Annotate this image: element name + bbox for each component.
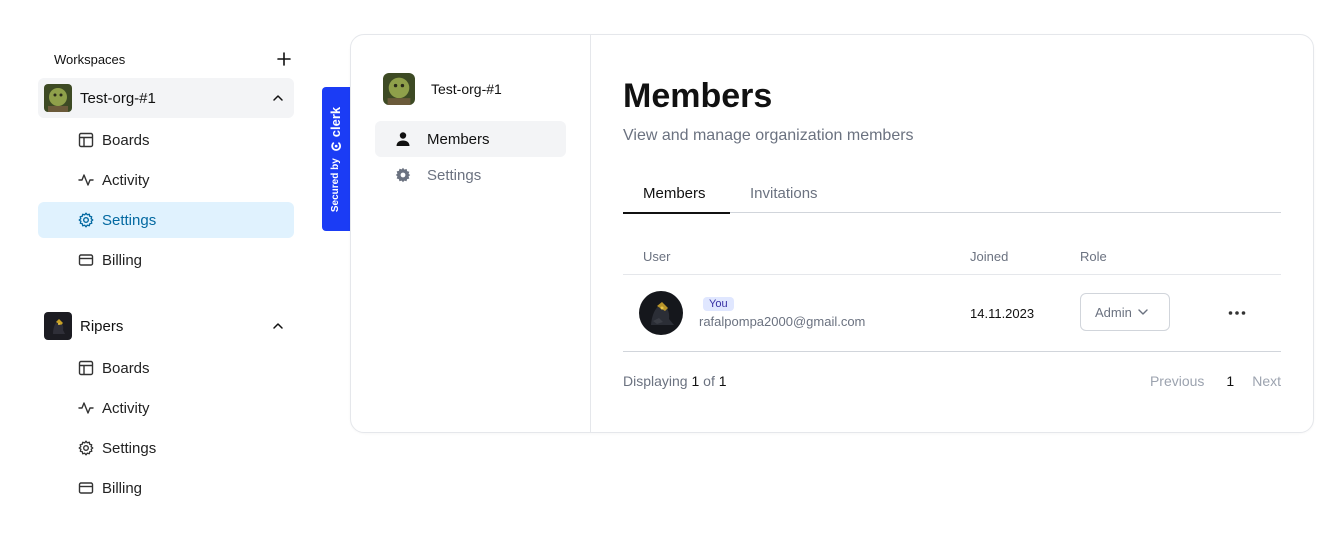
column-header-user: User: [643, 249, 671, 264]
org-profile-nav: Test-org-#1 Members Settings: [351, 35, 591, 432]
sidebar-item-label: Boards: [102, 359, 150, 377]
sidebar-item-boards[interactable]: Boards: [38, 350, 294, 386]
credit-card-icon: [78, 480, 94, 496]
org-row-ripers[interactable]: Ripers: [38, 306, 294, 346]
secured-by-text: Secured by: [330, 157, 342, 212]
page-subtitle: View and manage organization members: [623, 127, 914, 144]
gear-icon: [78, 440, 94, 456]
displaying-count: Displaying 1 of 1: [623, 373, 727, 389]
avatar: [639, 291, 683, 335]
org-name: Test-org-#1: [431, 81, 502, 97]
sidebar-item-label: Activity: [102, 171, 150, 189]
gear-icon: [395, 167, 411, 183]
org-avatar: [383, 73, 415, 105]
column-header-role: Role: [1080, 249, 1107, 264]
org-nav-members[interactable]: Members: [375, 121, 566, 157]
page: Workspaces Test-org-#1 Boards Activity S…: [0, 0, 1340, 545]
role-select[interactable]: Admin: [1080, 293, 1170, 331]
displaying-total: 1: [718, 373, 727, 389]
sidebar-item-billing[interactable]: Billing: [38, 470, 294, 506]
members-section: Members View and manage organization mem…: [623, 35, 1281, 432]
sidebar-item-settings[interactable]: Settings: [38, 430, 294, 466]
column-header-joined: Joined: [970, 249, 1009, 264]
member-joined-date: 14.11.2023: [970, 306, 1035, 321]
active-tab-indicator: [623, 212, 730, 214]
sidebar-item-label: Settings: [102, 211, 157, 229]
tab-invitations[interactable]: Invitations: [750, 185, 818, 213]
workspaces-header: Workspaces: [54, 46, 294, 72]
activity-icon: [78, 400, 94, 416]
chevron-up-icon[interactable]: [270, 90, 286, 106]
layout-icon: [78, 132, 94, 148]
clerk-logo-icon: [331, 141, 341, 151]
sidebar-item-label: Billing: [102, 479, 143, 497]
tab-members[interactable]: Members: [643, 185, 706, 213]
sidebar-item-activity[interactable]: Activity: [38, 162, 294, 198]
credit-card-icon: [78, 252, 94, 268]
sidebar-item-label: Settings: [102, 439, 157, 457]
user-icon: [395, 131, 411, 147]
page-number-button[interactable]: 1: [1226, 373, 1234, 389]
sidebar-item-billing[interactable]: Billing: [38, 242, 294, 278]
org-nav-label: Members: [427, 130, 490, 148]
sidebar-item-label: Billing: [102, 251, 143, 269]
plus-icon: [277, 52, 291, 66]
add-workspace-button[interactable]: [274, 49, 294, 69]
clerk-badge-content: Secured by clerk: [329, 106, 344, 211]
sidebar-item-label: Activity: [102, 399, 150, 417]
more-horizontal-icon: [1228, 311, 1246, 315]
clerk-brand-text: clerk: [328, 106, 344, 137]
members-tabs: Members Invitations: [623, 181, 1281, 214]
page-title: Members: [623, 77, 773, 115]
sidebar-item-label: Boards: [102, 131, 150, 149]
sidebar-item-activity[interactable]: Activity: [38, 390, 294, 426]
chevron-up-icon[interactable]: [270, 318, 286, 334]
table-row-divider: [623, 351, 1281, 352]
clerk-secured-badge[interactable]: Secured by clerk: [322, 87, 350, 231]
sidebar-item-boards[interactable]: Boards: [38, 122, 294, 158]
next-page-button[interactable]: Next: [1252, 373, 1281, 389]
member-email: rafalpompa2000@gmail.com: [699, 314, 866, 329]
org-avatar: [44, 84, 72, 112]
org-avatar: [44, 312, 72, 340]
workspaces-title: Workspaces: [54, 51, 126, 67]
org-header: Test-org-#1: [383, 73, 502, 105]
gear-icon: [78, 212, 94, 228]
role-select-value: Admin: [1095, 304, 1132, 320]
activity-icon: [78, 172, 94, 188]
organization-profile-card: Test-org-#1 Members Settings Members Vie…: [350, 34, 1314, 433]
displaying-of: of: [703, 373, 715, 389]
org-name: Ripers: [80, 317, 124, 335]
chevron-down-icon: [1138, 307, 1148, 317]
you-badge: You: [703, 297, 734, 311]
org-nav-settings[interactable]: Settings: [375, 157, 566, 193]
org-nav-label: Settings: [427, 166, 482, 184]
row-actions-button[interactable]: [1225, 305, 1249, 321]
layout-icon: [78, 360, 94, 376]
pagination: Previous 1 Next: [1150, 373, 1281, 389]
previous-page-button[interactable]: Previous: [1150, 373, 1204, 389]
org-name: Test-org-#1: [80, 89, 156, 107]
table-row: You rafalpompa2000@gmail.com 14.11.2023 …: [623, 275, 1281, 352]
sidebar-item-settings[interactable]: Settings: [38, 202, 294, 238]
displaying-prefix: Displaying: [623, 373, 688, 389]
org-row-test-org-1[interactable]: Test-org-#1: [38, 78, 294, 118]
displaying-current: 1: [691, 373, 700, 389]
